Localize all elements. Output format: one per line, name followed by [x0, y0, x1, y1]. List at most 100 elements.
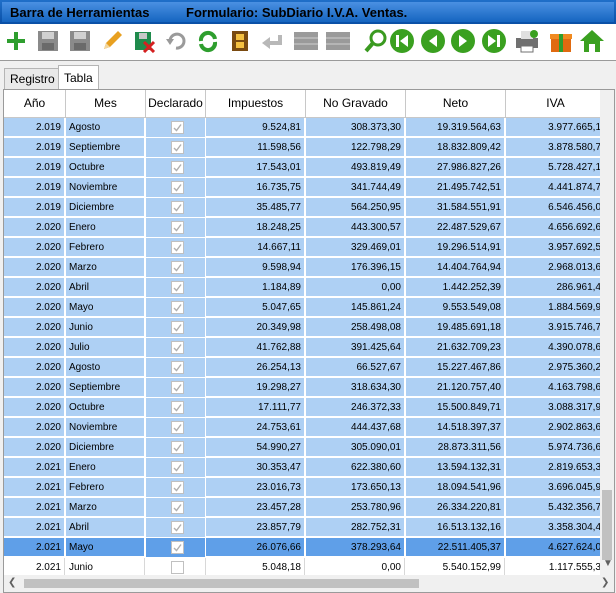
col-iva-cell[interactable]: 4.163.798,6: [506, 378, 605, 397]
declarado-cell[interactable]: [146, 278, 206, 298]
col-iva-cell[interactable]: 1.884.569,9: [506, 298, 605, 317]
scroll-left-icon[interactable]: ❮: [8, 577, 16, 588]
save-as-icon[interactable]: [66, 27, 94, 55]
col-impuestos-cell[interactable]: 17.543,01: [206, 158, 305, 177]
col-iva-cell[interactable]: 4.441.874,7: [506, 178, 605, 197]
col-anio-cell[interactable]: 2.020: [4, 358, 65, 377]
col-mes-cell[interactable]: Julio: [66, 338, 145, 357]
table-row[interactable]: 2.020 Septiembre 19.298,27 318.634,30 21.120…: [4, 378, 614, 398]
col-iva-cell[interactable]: 2.902.863,6: [506, 418, 605, 437]
col-mes-cell[interactable]: Noviembre: [66, 178, 145, 197]
col-anio-cell[interactable]: 2.020: [4, 258, 65, 277]
col-neto-cell[interactable]: 28.873.311,56: [406, 438, 505, 457]
col-no-gravado-cell[interactable]: 258.498,08: [306, 318, 405, 337]
col-neto-cell[interactable]: 16.513.132,16: [406, 518, 505, 537]
col-neto-cell[interactable]: 21.120.757,40: [406, 378, 505, 397]
table-row[interactable]: 2.019 Noviembre 16.735,75 341.744,49 21.495.…: [4, 178, 614, 198]
col-impuestos-cell[interactable]: 26.076,66: [206, 538, 305, 557]
declarado-cell[interactable]: [146, 298, 206, 318]
col-impuestos-cell[interactable]: 18.248,25: [206, 218, 305, 237]
col-no-gravado-cell[interactable]: 0,00: [306, 278, 405, 297]
declarado-checkbox[interactable]: [171, 361, 184, 374]
declarado-checkbox[interactable]: [171, 281, 184, 294]
col-anio-cell[interactable]: 2.020: [4, 298, 65, 317]
declarado-cell[interactable]: [146, 258, 206, 278]
col-mes-cell[interactable]: Noviembre: [66, 418, 145, 437]
table-row[interactable]: 2.020 Julio 41.762,88 391.425,64 21.632.709,…: [4, 338, 614, 358]
col-mes-cell[interactable]: Enero: [66, 218, 145, 237]
col-no-gravado-cell[interactable]: 145.861,24: [306, 298, 405, 317]
col-iva-cell[interactable]: 2.819.653,3: [506, 458, 605, 477]
scroll-down-icon[interactable]: ▼: [603, 558, 613, 569]
col-neto-cell[interactable]: 9.553.549,08: [406, 298, 505, 317]
col-no-gravado-cell[interactable]: 305.090,01: [306, 438, 405, 457]
col-iva-cell[interactable]: 3.696.045,9: [506, 478, 605, 497]
declarado-cell[interactable]: [146, 418, 206, 438]
table-row[interactable]: 2.020 Marzo 9.598,94 176.396,15 14.404.764,9…: [4, 258, 614, 278]
col-impuestos-cell[interactable]: 17.111,77: [206, 398, 305, 417]
col-anio-cell[interactable]: 2.020: [4, 438, 65, 457]
horizontal-scroll-thumb[interactable]: [24, 579, 419, 588]
table-row[interactable]: 2.020 Octubre 17.111,77 246.372,33 15.500.84…: [4, 398, 614, 418]
col-mes-cell[interactable]: Enero: [66, 458, 145, 477]
col-impuestos-cell[interactable]: 26.254,13: [206, 358, 305, 377]
col-iva-header[interactable]: IVA: [506, 90, 606, 118]
col-anio-cell[interactable]: 2.020: [4, 418, 65, 437]
col-mes-cell[interactable]: Mayo: [66, 298, 145, 317]
declarado-cell[interactable]: [146, 318, 206, 338]
declarado-checkbox[interactable]: [171, 481, 184, 494]
col-anio-cell[interactable]: 2.019: [4, 178, 65, 197]
col-anio-header[interactable]: Año: [4, 90, 66, 118]
col-no-gravado-cell[interactable]: 173.650,13: [306, 478, 405, 497]
declarado-checkbox[interactable]: [171, 301, 184, 314]
col-neto-cell[interactable]: 19.296.514,91: [406, 238, 505, 257]
print-icon[interactable]: [513, 27, 541, 55]
table-row[interactable]: 2.020 Noviembre 24.753,61 444.437,68 14.518.…: [4, 418, 614, 438]
declarado-checkbox[interactable]: [171, 561, 184, 574]
col-no-gravado-cell[interactable]: 246.372,33: [306, 398, 405, 417]
col-anio-cell[interactable]: 2.020: [4, 378, 65, 397]
col-mes-cell[interactable]: Septiembre: [66, 138, 145, 157]
col-neto-cell[interactable]: 15.500.849,71: [406, 398, 505, 417]
col-no-gravado-cell[interactable]: 318.634,30: [306, 378, 405, 397]
col-mes-cell[interactable]: Junio: [66, 318, 145, 337]
col-no-gravado-cell[interactable]: 282.752,31: [306, 518, 405, 537]
table-row[interactable]: 2.020 Agosto 26.254,13 66.527,67 15.227.467,…: [4, 358, 614, 378]
search-icon[interactable]: [362, 27, 390, 55]
grid2-icon[interactable]: [324, 27, 352, 55]
declarado-checkbox[interactable]: [171, 221, 184, 234]
col-neto-cell[interactable]: 27.986.827,26: [406, 158, 505, 177]
col-impuestos-cell[interactable]: 14.667,11: [206, 238, 305, 257]
col-no-gravado-cell[interactable]: 622.380,60: [306, 458, 405, 477]
declarado-cell[interactable]: [146, 198, 206, 218]
col-impuestos-cell[interactable]: 9.598,94: [206, 258, 305, 277]
col-mes-cell[interactable]: Agosto: [66, 118, 145, 137]
col-anio-cell[interactable]: 2.020: [4, 338, 65, 357]
col-mes-cell[interactable]: Diciembre: [66, 438, 145, 457]
col-impuestos-cell[interactable]: 35.485,77: [206, 198, 305, 217]
vertical-scrollbar[interactable]: ▼: [600, 90, 614, 575]
declarado-checkbox[interactable]: [171, 501, 184, 514]
col-impuestos-cell[interactable]: 23.457,28: [206, 498, 305, 517]
col-mes-cell[interactable]: Septiembre: [66, 378, 145, 397]
col-iva-cell[interactable]: 5.974.736,6: [506, 438, 605, 457]
col-impuestos-cell[interactable]: 23.857,79: [206, 518, 305, 537]
col-impuestos-header[interactable]: Impuestos: [206, 90, 306, 118]
col-impuestos-cell[interactable]: 19.298,27: [206, 378, 305, 397]
col-anio-cell[interactable]: 2.021: [4, 458, 65, 477]
film-icon[interactable]: [226, 27, 254, 55]
col-impuestos-cell[interactable]: 24.753,61: [206, 418, 305, 437]
col-impuestos-cell[interactable]: 5.047,65: [206, 298, 305, 317]
col-anio-cell[interactable]: 2.021: [4, 498, 65, 517]
edit-icon[interactable]: [98, 27, 126, 55]
col-no-gravado-cell[interactable]: 66.527,67: [306, 358, 405, 377]
declarado-cell[interactable]: [146, 538, 206, 558]
col-no-gravado-cell[interactable]: 329.469,01: [306, 238, 405, 257]
table-row[interactable]: 2.019 Diciembre 35.485,77 564.250,95 31.584.…: [4, 198, 614, 218]
col-no-gravado-cell[interactable]: 122.798,29: [306, 138, 405, 157]
col-anio-cell[interactable]: 2.019: [4, 138, 65, 157]
col-no-gravado-cell[interactable]: 391.425,64: [306, 338, 405, 357]
declarado-cell[interactable]: [146, 438, 206, 458]
table-row[interactable]: 2.019 Octubre 17.543,01 493.819,49 27.986.82…: [4, 158, 614, 178]
col-neto-cell[interactable]: 26.334.220,81: [406, 498, 505, 517]
